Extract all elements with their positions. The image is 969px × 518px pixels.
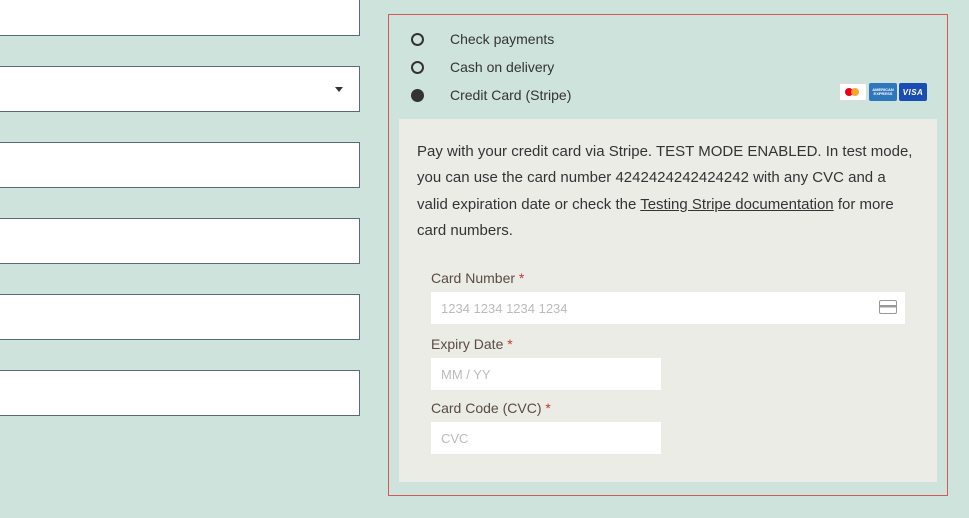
required-mark: * xyxy=(545,400,550,416)
billing-country-select[interactable] xyxy=(0,66,360,112)
stripe-docs-link[interactable]: Testing Stripe documentation xyxy=(640,196,833,213)
expiry-date-input[interactable] xyxy=(431,358,661,390)
stripe-description: Pay with your credit card via Stripe. TE… xyxy=(417,139,919,244)
visa-icon: VISA xyxy=(899,83,927,101)
payment-option-cod[interactable]: Cash on delivery xyxy=(399,53,937,81)
payment-method-panel: Check payments Cash on delivery Credit C… xyxy=(388,14,948,496)
cvc-input[interactable] xyxy=(431,422,661,454)
required-mark: * xyxy=(519,270,524,286)
cvc-label: Card Code (CVC) * xyxy=(431,400,905,416)
billing-street-input[interactable]: eet name xyxy=(0,142,360,188)
billing-apt-input[interactable]: etc. (optional) xyxy=(0,218,360,264)
stripe-payment-box: Pay with your credit card via Stripe. TE… xyxy=(399,119,937,482)
billing-state-input[interactable] xyxy=(0,370,360,416)
required-mark: * xyxy=(507,336,512,352)
label-text: Card Code (CVC) xyxy=(431,400,541,416)
card-number-wrapper xyxy=(431,292,905,324)
payment-option-label: Cash on delivery xyxy=(450,59,554,75)
radio-icon xyxy=(411,33,424,46)
label-text: Expiry Date xyxy=(431,336,503,352)
card-number-label: Card Number * xyxy=(431,270,905,286)
amex-icon: AMERICAN EXPRESS xyxy=(869,83,897,101)
payment-option-label: Check payments xyxy=(450,31,554,47)
payment-option-check[interactable]: Check payments xyxy=(399,25,937,53)
mastercard-icon xyxy=(839,83,867,101)
radio-icon xyxy=(411,61,424,74)
expiry-date-label: Expiry Date * xyxy=(431,336,905,352)
payment-option-stripe[interactable]: Credit Card (Stripe) AMERICAN EXPRESS VI… xyxy=(399,81,937,109)
card-icon xyxy=(879,300,897,314)
card-number-input[interactable] xyxy=(431,292,905,324)
billing-form-left: eet name etc. (optional) xyxy=(0,0,360,446)
billing-city-input[interactable] xyxy=(0,294,360,340)
radio-icon-selected xyxy=(411,89,424,102)
card-brand-icons: AMERICAN EXPRESS VISA xyxy=(839,83,927,101)
label-text: Card Number xyxy=(431,270,515,286)
payment-option-label: Credit Card (Stripe) xyxy=(450,87,571,103)
card-form: Card Number * Expiry Date * Card Code (C… xyxy=(417,270,919,454)
billing-input-1[interactable] xyxy=(0,0,360,36)
